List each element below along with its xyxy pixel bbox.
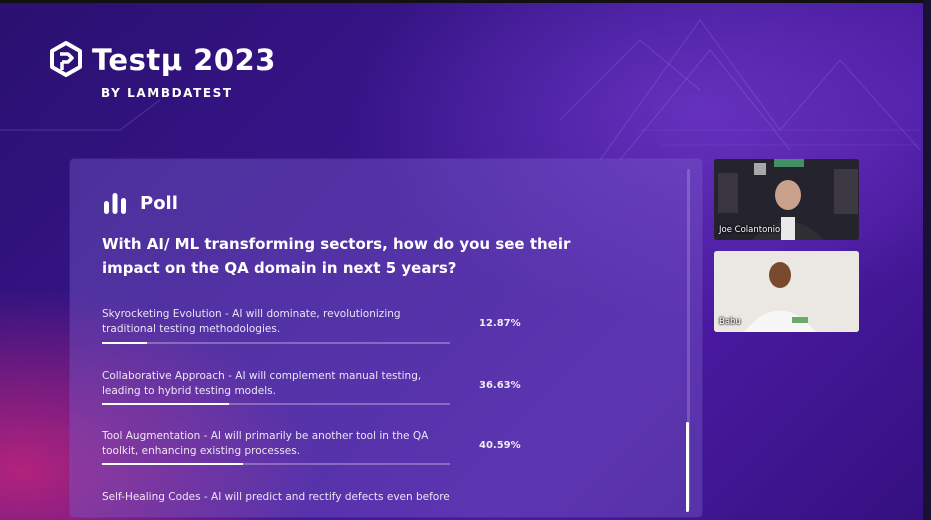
top-frame-border (0, 0, 931, 3)
poll-question: With AI/ ML transforming sectors, how do… (102, 235, 571, 277)
poll-option[interactable]: Self-Healing Codes - AI will predict and… (102, 490, 562, 505)
poll-option-bar-fill (102, 463, 244, 465)
poll-option-bar-fill (102, 342, 147, 344)
bar-chart-icon (104, 193, 126, 214)
brand-title: Testμ 2023 (92, 43, 276, 77)
poll-option-text: Skyrocketing Evolution - AI will dominat… (102, 308, 401, 335)
poll-option-bar-fill (102, 403, 230, 405)
poll-option[interactable]: Skyrocketing Evolution - AI will dominat… (102, 307, 562, 344)
poll-option-text: Self-Healing Codes - AI will predict and… (102, 491, 450, 503)
poll-option-percent: 40.59% (479, 440, 521, 451)
poll-option-bar (102, 463, 450, 465)
poll-scrollbar-thumb[interactable] (686, 422, 689, 512)
poll-panel: Poll With AI/ ML transforming sectors, h… (70, 159, 702, 517)
poll-option[interactable]: Tool Augmentation - AI will primarily be… (102, 429, 562, 465)
poll-header: Poll (102, 190, 178, 216)
poll-option-percent: 12.87% (479, 318, 521, 329)
poll-option-text: Tool Augmentation - AI will primarily be… (102, 430, 429, 457)
brand-logo: Testμ 2023 (46, 38, 276, 82)
right-frame-border (923, 0, 931, 520)
poll-option-bar (102, 403, 450, 405)
brand-subtitle: BY LAMBDATEST (101, 86, 233, 100)
participant-video-tile[interactable]: Babu (714, 251, 859, 332)
participant-name: Joe Colantonio (719, 225, 781, 235)
poll-title: Poll (140, 192, 178, 214)
poll-option-percent: 36.63% (479, 380, 521, 391)
poll-option-text: Collaborative Approach - AI will complem… (102, 370, 422, 397)
testmu-logo-icon (50, 41, 82, 77)
poll-option[interactable]: Collaborative Approach - AI will complem… (102, 369, 562, 405)
participant-video-tile[interactable]: Joe Colantonio (714, 159, 859, 240)
poll-option-bar (102, 342, 450, 344)
participant-name: Babu (719, 317, 741, 327)
